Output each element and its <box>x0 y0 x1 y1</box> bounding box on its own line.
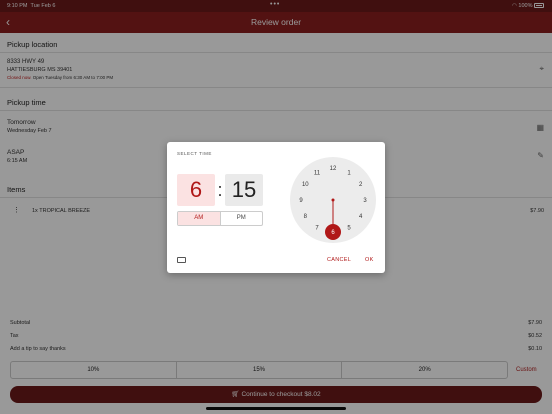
clock-number-12[interactable]: 12 <box>330 166 337 172</box>
cancel-button[interactable]: CANCEL <box>327 257 351 263</box>
ok-button[interactable]: OK <box>365 257 374 263</box>
minute-field[interactable]: 15 <box>225 174 263 206</box>
time-picker-dialog: SELECT TIME 6 : 15 AM PM 12 1 2 3 4 5 6 7 8 9 10 11… <box>167 142 385 273</box>
am-button[interactable]: AM <box>178 212 221 225</box>
time-separator: : <box>217 180 223 200</box>
hour-field[interactable]: 6 <box>177 174 215 206</box>
clock-number-10[interactable]: 10 <box>302 182 309 188</box>
clock-center-dot <box>331 198 335 202</box>
clock-dial[interactable]: 121234567891011 <box>290 157 376 243</box>
clock-number-11[interactable]: 11 <box>314 170 321 176</box>
dialog-title: SELECT TIME <box>177 151 212 156</box>
pm-button[interactable]: PM <box>221 212 263 225</box>
am-pm-toggle: AM PM <box>177 211 263 226</box>
keyboard-icon[interactable] <box>177 257 186 263</box>
